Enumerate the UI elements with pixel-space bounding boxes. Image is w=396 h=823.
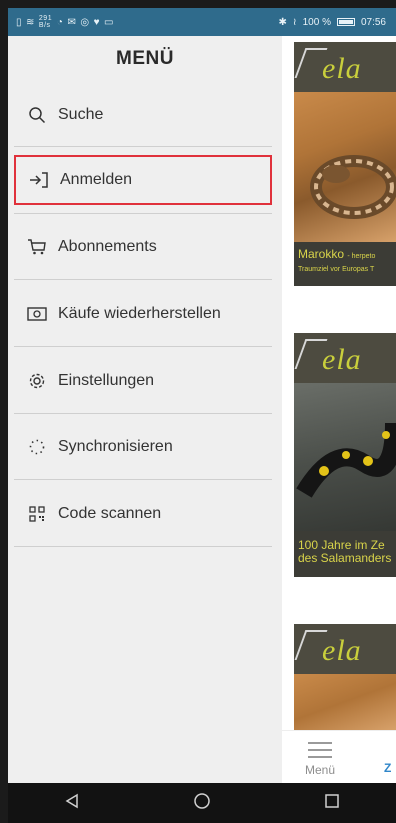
system-nav-bar bbox=[8, 783, 396, 823]
menu-item-label: Einstellungen bbox=[58, 372, 155, 389]
magazine-cover[interactable]: ela Marokko - herpeto Traumziel vor Euro… bbox=[294, 42, 396, 286]
signal-icon: ≀ bbox=[292, 16, 297, 28]
magazine-logo: ela bbox=[294, 42, 396, 92]
twitter-icon: ♥ bbox=[93, 16, 101, 28]
divider bbox=[14, 413, 272, 414]
status-bar: ▯ ≋ 291 B/s ◔ ✉ ◎ ♥ ▭ ✱ ≀ 100 % 07:56 bbox=[8, 8, 396, 36]
menu-item-label: Käufe wiederherstellen bbox=[58, 305, 221, 322]
gallery-icon: ▭ bbox=[104, 16, 114, 28]
menu-item-label: Anmelden bbox=[60, 171, 133, 188]
divider bbox=[14, 346, 272, 347]
clock: 07:56 bbox=[360, 16, 386, 28]
navigation-drawer: MENÜ Suche Anmelden Abonnements Käufe wi… bbox=[8, 36, 282, 783]
cover-photo-snake bbox=[294, 92, 396, 242]
menu-item-subscriptions[interactable]: Abonnements bbox=[14, 225, 272, 269]
menu-item-label: Abonnements bbox=[58, 238, 157, 255]
status-right: ✱ ≀ 100 % 07:56 bbox=[278, 17, 386, 28]
messenger-icon: ◔ bbox=[56, 16, 64, 28]
app-screen: ela Marokko - herpeto Traumziel vor Euro… bbox=[8, 36, 396, 783]
menu-item-restore-purchases[interactable]: Käufe wiederherstellen bbox=[14, 292, 272, 336]
mail-icon: ✉ bbox=[67, 16, 77, 28]
recents-icon[interactable] bbox=[324, 793, 340, 814]
battery-percent: 100 % bbox=[302, 16, 331, 28]
battery-icon bbox=[336, 18, 355, 26]
magazine-list: ela Marokko - herpeto Traumziel vor Euro… bbox=[282, 36, 396, 783]
gear-icon bbox=[26, 370, 48, 392]
cart-icon bbox=[26, 236, 48, 258]
cover-caption: Marokko - herpeto Traumziel vor Europas … bbox=[298, 247, 376, 274]
data-speed-text: 291 B/s bbox=[38, 15, 53, 29]
bottom-tab-bar: Menü Z bbox=[282, 730, 396, 783]
magazine-cover[interactable]: ela 100 Jahre im Ze des Salamanders bbox=[294, 333, 396, 577]
menu-item-scan-code[interactable]: Code scannen bbox=[14, 492, 272, 536]
sync-icon bbox=[26, 436, 48, 458]
drawer-title: MENÜ bbox=[116, 48, 174, 69]
menu-item-label: Suche bbox=[58, 106, 104, 123]
tab-menu[interactable]: Menü bbox=[300, 737, 340, 777]
menu-item-login[interactable]: Anmelden bbox=[14, 155, 272, 205]
divider bbox=[14, 479, 272, 480]
menu-item-sync[interactable]: Synchronisieren bbox=[14, 425, 272, 469]
tab-partial[interactable]: Z bbox=[384, 761, 391, 775]
magazine-logo: ela bbox=[294, 624, 396, 674]
whatsapp-icon: ◎ bbox=[80, 16, 90, 28]
search-icon bbox=[26, 104, 48, 126]
cover-photo bbox=[294, 674, 396, 730]
divider bbox=[14, 279, 272, 280]
cover-caption: 100 Jahre im Ze des Salamanders bbox=[298, 538, 392, 565]
cover-photo-salamander bbox=[294, 383, 396, 531]
menu-item-label: Synchronisieren bbox=[58, 438, 173, 455]
status-left-icons: ▯ ≋ 291 B/s ◔ ✉ ◎ ♥ ▭ bbox=[16, 15, 114, 29]
divider bbox=[14, 213, 272, 214]
restore-purchases-icon bbox=[26, 303, 48, 325]
magazine-cover[interactable]: ela bbox=[294, 624, 396, 730]
menu-item-search[interactable]: Suche bbox=[14, 93, 272, 137]
qr-code-icon bbox=[26, 503, 48, 525]
home-icon[interactable] bbox=[193, 792, 211, 815]
hamburger-icon bbox=[308, 742, 332, 758]
divider bbox=[14, 146, 272, 147]
back-icon[interactable] bbox=[64, 793, 80, 814]
menu-item-label: Code scannen bbox=[58, 505, 162, 522]
login-icon bbox=[28, 169, 50, 191]
divider bbox=[14, 546, 272, 547]
bluetooth-icon: ✱ bbox=[278, 16, 287, 28]
menu-item-settings[interactable]: Einstellungen bbox=[14, 359, 272, 403]
sim-icon: ▯ bbox=[16, 16, 23, 28]
wifi-icon: ≋ bbox=[26, 16, 35, 28]
magazine-logo: ela bbox=[294, 333, 396, 383]
